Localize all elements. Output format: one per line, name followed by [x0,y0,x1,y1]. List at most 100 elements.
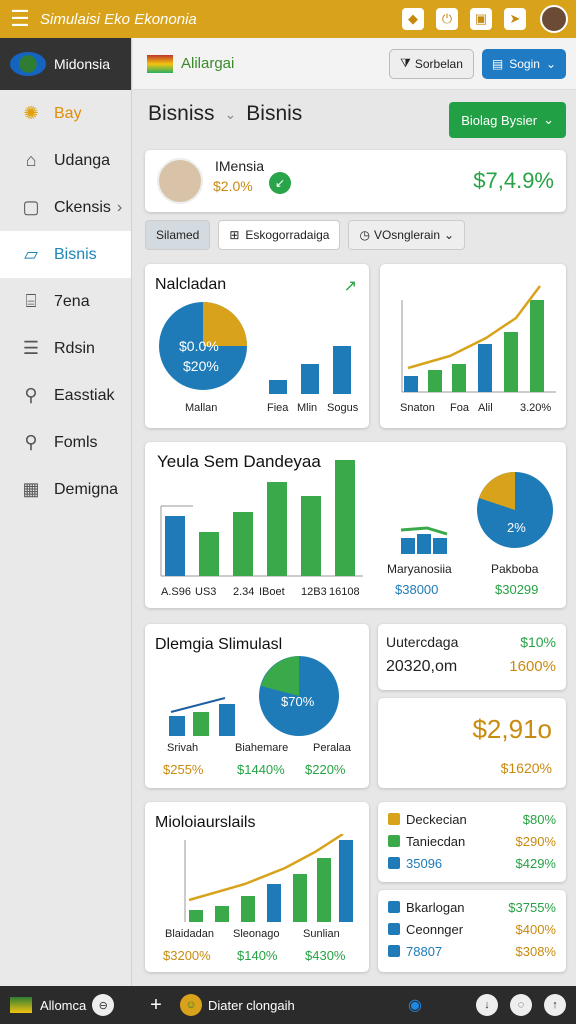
bar [189,910,203,922]
chart-label: Alil [478,402,493,414]
chart-label: Snaton [400,402,435,414]
list-item[interactable]: 35096 $429% [388,852,556,874]
card-title: Mioloiaurslails [155,814,256,831]
sidebar-item-label: Rdsin [54,339,95,357]
sidebar-item-ckensis[interactable]: ▢ Ckensis › [0,184,131,231]
search-icon[interactable]: ◉ [408,995,422,1015]
trend-line [400,526,448,536]
pie-label: $70% [281,694,315,709]
chart-card-growth: Snaton Foa Alil 3.20% [380,264,566,428]
sidebar-item-demigna[interactable]: ▦ Demigna [0,466,131,513]
search-button[interactable]: ⧩ Sorbelan [389,48,474,79]
chart-value: $220% [305,762,346,777]
chevron-down-icon: ⌄ [543,112,554,127]
search-button-label: Sorbelan [414,56,463,71]
search-icon: ⚲ [24,385,38,405]
taskbar-app-label: Allomca [40,997,87,1013]
login-button-label: Sogin [509,56,540,71]
sidebar-item-label: 7ena [54,292,90,310]
trend-line [407,285,541,370]
chart-label: Biahemare [235,742,289,754]
bar [317,858,331,922]
menu-icon[interactable]: ☰ [0,6,40,32]
list-item-label: Ceonnger [406,921,464,937]
sidebar: Midonsia ✺ Bay ⌂ Udanga ▢ Ckensis › ▱ Bisnis … [0,38,132,986]
tab-label: Silamed [156,228,200,242]
share-icon[interactable]: ➤ [504,8,526,30]
trend-icon: ↗ [343,278,357,295]
sidebar-item-udanga[interactable]: ⌂ Udanga [0,137,131,184]
login-button[interactable]: ▤ Sogin ⌄ [481,48,566,79]
sidebar-item-fomls[interactable]: ⚲ Fomls [0,419,131,466]
chart-value: $30299 [495,582,539,597]
chart-label: Sunlian [303,928,340,940]
clock-icon: ◷ [359,228,370,242]
stat-value: $10% [520,634,556,650]
arrow-line [170,697,226,713]
top-bar: ☰ Simulaisi Eko Ekononia ◆ ⏻ ▣ ➤ [0,0,576,38]
chart-card-dlemgia: Dlemgia Slimulasl $70% Srivah Biahemare … [145,624,369,788]
taskbar-app[interactable]: Allomca ⊖ [10,994,138,1016]
stat-sub: $1620% [500,760,552,776]
bar-chart [169,697,235,736]
chart-label: Sogus [327,402,359,414]
chart-card-nalcladan: Nalcladan ↗ $0.0% $20% Mallan Fiea Mlin … [145,264,369,428]
sun-icon: ✺ [23,103,39,123]
lock-icon[interactable]: ⊖ [92,994,115,1016]
status-icon [388,945,400,957]
profile-avatar [157,158,203,204]
tab-vosnglerain[interactable]: ◷ VOsnglerain ⌄ [348,220,466,250]
action-button[interactable]: Biolag Bysier ⌄ [449,102,566,138]
list-item[interactable]: Ceonnger $400% [388,918,556,940]
tab-eskogorradaiga[interactable]: ⊞ Eskogorradaiga [218,220,341,250]
taskbar: Allomca ⊖ + ☺ Diater clongaih ◉ ↓ ◌ ↑ [0,986,576,1024]
sidebar-brand: Midonsia [0,38,131,90]
sidebar-item-easstiak[interactable]: ⚲ Easstiak [0,372,131,419]
shield-icon[interactable]: ◆ [402,8,424,30]
document-icon[interactable]: ▣ [470,8,492,30]
bar [530,300,544,392]
list-item-value: $429% [515,855,556,871]
profile-name: IMensia [215,158,265,174]
bar [269,380,287,394]
list-icon: ☰ [22,338,40,358]
card-title: Nalcladan [155,276,227,293]
taskbar-center[interactable]: ☺ Diater clongaih [174,994,408,1016]
sidebar-item-rdsin[interactable]: ☰ Rdsin [0,325,131,372]
list-item-label: 35096 [406,855,443,871]
list-item-value: $290% [515,833,556,849]
list-item[interactable]: Taniecdan $290% [388,830,556,852]
chart-label: Srivah [167,742,199,754]
download-icon[interactable]: ↓ [476,994,498,1016]
bar-chart [269,346,351,394]
chart-label: Fiea [267,402,289,414]
list-item[interactable]: 78807 $308% [388,940,556,962]
big-value: $2,91o [472,714,552,744]
tab-label: VOsnglerain [373,228,441,242]
axis-label: 12B3 [301,586,327,598]
app-name: Alilargai [181,55,235,72]
list-card-b: Bkarlogan $3755% Ceonnger $400% 78807 $308% [378,890,566,972]
add-icon[interactable]: + [138,994,174,1017]
bar [433,538,447,554]
power-icon[interactable]: ⏻ [436,8,458,30]
profile-value: $7,4.9% [473,168,554,193]
chart-value: $140% [237,948,278,963]
list-item[interactable]: Bkarlogan $3755% [388,896,556,918]
sidebar-item-bisnis[interactable]: ▱ Bisnis [0,231,131,278]
sidebar-item-7ena[interactable]: ⌸ 7ena [0,278,131,325]
user-avatar[interactable] [540,5,568,33]
tab-silamed[interactable]: Silamed [145,220,211,250]
upload-icon[interactable]: ↑ [544,994,566,1016]
chevron-down-icon[interactable]: ⌄ [225,106,237,123]
stat-value: 1600% [509,658,556,675]
chart-label: Mlin [297,402,318,414]
sidebar-item-bay[interactable]: ✺ Bay [0,90,131,137]
bar [428,370,442,392]
bar [267,482,287,576]
list-item[interactable]: Deckecian $80% [388,808,556,830]
bar [233,512,253,576]
breadcrumb-first[interactable]: Bisniss [148,102,215,126]
page-title: Bisnis [246,102,303,125]
chat-icon[interactable]: ◌ [510,994,532,1016]
